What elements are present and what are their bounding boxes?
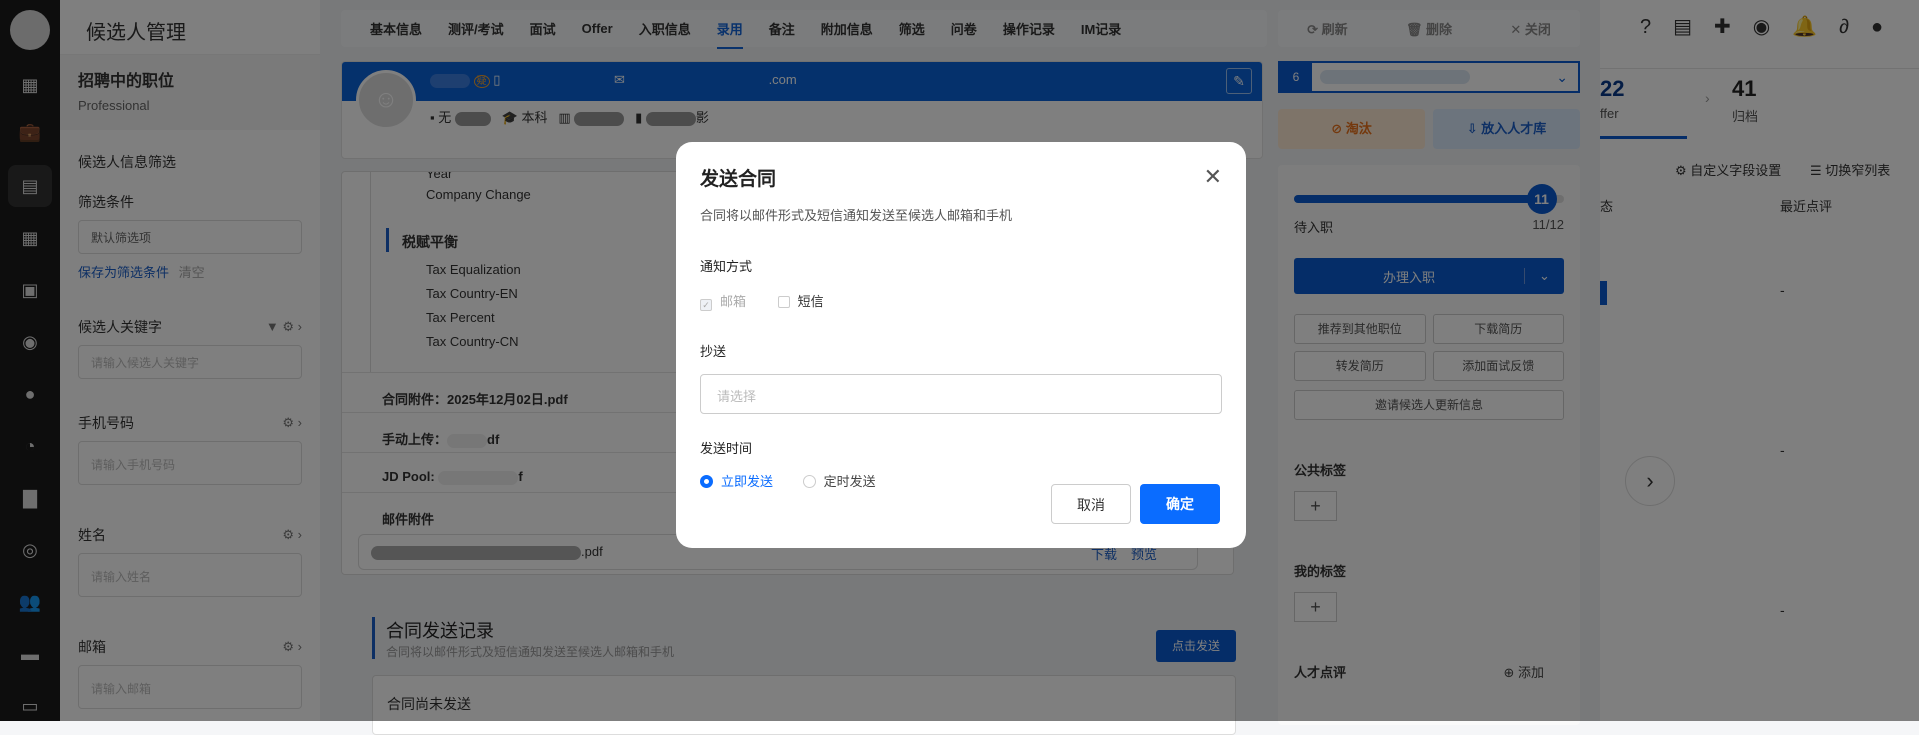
cc-select[interactable]: 请选择 — [700, 374, 1222, 414]
cc-label: 抄送 — [700, 344, 727, 359]
send-time-label: 发送时间 — [700, 441, 753, 456]
scheduled-radio[interactable]: 定时发送 — [802, 474, 876, 489]
confirm-button[interactable]: 确定 — [1140, 484, 1220, 524]
notify-label: 通知方式 — [700, 259, 753, 274]
cancel-button[interactable]: 取消 — [1051, 484, 1131, 524]
send-now-radio[interactable]: 立即发送 — [700, 474, 773, 489]
sms-checkbox[interactable]: 短信 — [777, 294, 824, 309]
email-checkbox[interactable]: ✓ 邮箱 — [700, 294, 747, 311]
send-contract-modal: 发送合同 ✕ 合同将以邮件形式及短信通知发送至候选人邮箱和手机 通知方式 ✓ 邮箱… — [676, 142, 1246, 548]
modal-description: 合同将以邮件形式及短信通知发送至候选人邮箱和手机 — [700, 208, 1013, 223]
modal-title: 发送合同 — [700, 169, 777, 190]
sms-option-label: 短信 — [797, 294, 824, 309]
close-icon[interactable]: ✕ — [1204, 164, 1222, 190]
send-now-label: 立即发送 — [721, 474, 774, 489]
scheduled-label: 定时发送 — [823, 474, 876, 489]
email-option-label: 邮箱 — [720, 294, 747, 309]
